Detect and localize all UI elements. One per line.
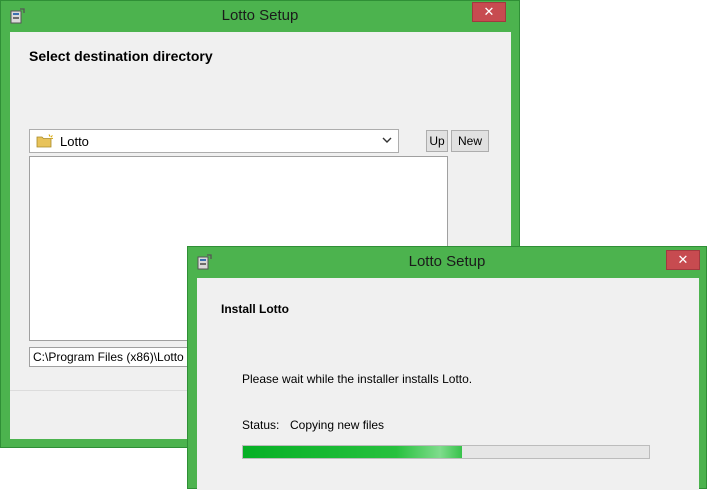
install-message: Please wait while the installer installs… (242, 372, 473, 386)
folder-dropdown[interactable]: Lotto (29, 129, 399, 153)
setup-window-install: Lotto Setup ✕ Install Lotto Please wait … (187, 246, 707, 490)
window-client-area: Install Lotto Please wait while the inst… (197, 278, 699, 490)
window-title: Lotto Setup (408, 253, 486, 270)
close-button[interactable]: ✕ (472, 2, 506, 22)
folder-dropdown-value: Lotto (60, 134, 89, 149)
folder-icon (36, 134, 54, 148)
install-progress-bar (242, 445, 650, 459)
close-icon: ✕ (677, 252, 689, 267)
page-heading: Install Lotto (221, 302, 289, 316)
title-bar[interactable]: Lotto Setup ✕ (1, 1, 519, 33)
title-bar[interactable]: Lotto Setup ✕ (188, 247, 706, 279)
install-progress-fill (243, 446, 463, 458)
chevron-down-icon (382, 137, 392, 143)
page-heading: Select destination directory (29, 48, 213, 64)
close-icon: ✕ (483, 4, 495, 19)
window-title: Lotto Setup (221, 7, 299, 24)
status-value: Copying new files (290, 418, 385, 432)
up-button[interactable]: Up (426, 130, 448, 152)
status-label: Status: (242, 418, 280, 432)
new-folder-button[interactable]: New (451, 130, 489, 152)
close-button[interactable]: ✕ (666, 250, 700, 270)
